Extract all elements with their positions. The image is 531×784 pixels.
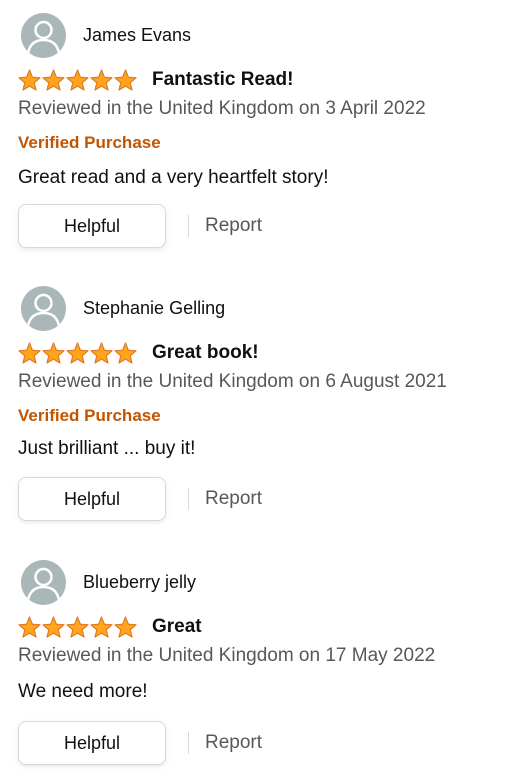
review-body: Just brilliant ... buy it!	[18, 438, 196, 459]
star-icon	[42, 69, 65, 91]
verified-purchase-badge: Verified Purchase	[18, 406, 161, 425]
star-rating[interactable]	[18, 342, 138, 364]
divider	[188, 732, 189, 754]
review-date: Reviewed in the United Kingdom on 6 Augu…	[18, 371, 447, 392]
reviewer-name: Stephanie Gelling	[83, 297, 226, 318]
divider	[188, 215, 189, 237]
star-icon	[42, 342, 65, 364]
report-link[interactable]: Report	[205, 732, 262, 754]
star-rating[interactable]	[18, 69, 138, 91]
star-icon	[66, 616, 89, 638]
review-date: Reviewed in the United Kingdom on 3 Apri…	[18, 98, 426, 119]
star-icon	[66, 69, 89, 91]
star-icon	[18, 342, 41, 364]
star-icon	[90, 616, 113, 638]
reviewer-profile[interactable]: Stephanie Gelling	[21, 285, 225, 331]
star-icon	[18, 616, 41, 638]
review-title[interactable]: Fantastic Read!	[152, 69, 293, 91]
helpful-button[interactable]: Helpful	[18, 204, 166, 248]
default-avatar-icon	[21, 285, 66, 331]
helpful-button[interactable]: Helpful	[18, 477, 166, 521]
review-body: We need more!	[18, 681, 148, 702]
star-icon	[114, 616, 137, 638]
helpful-button[interactable]: Helpful	[18, 721, 166, 765]
star-rating[interactable]	[18, 616, 138, 638]
star-icon	[90, 342, 113, 364]
reviewer-name: Blueberry jelly	[83, 571, 197, 592]
report-link[interactable]: Report	[205, 215, 262, 237]
review-body: Great read and a very heartfelt story!	[18, 167, 329, 188]
divider	[188, 488, 189, 510]
review-title[interactable]: Great	[152, 616, 202, 638]
star-icon	[42, 616, 65, 638]
default-avatar-icon	[21, 12, 66, 58]
star-icon	[114, 69, 137, 91]
verified-purchase-badge: Verified Purchase	[18, 133, 161, 152]
review-date: Reviewed in the United Kingdom on 17 May…	[18, 645, 436, 666]
default-avatar-icon	[21, 559, 66, 605]
star-icon	[18, 69, 41, 91]
star-icon	[90, 69, 113, 91]
reviewer-profile[interactable]: Blueberry jelly	[21, 559, 196, 605]
report-link[interactable]: Report	[205, 488, 262, 510]
star-icon	[66, 342, 89, 364]
star-icon	[114, 342, 137, 364]
review-title[interactable]: Great book!	[152, 342, 259, 364]
reviewer-profile[interactable]: James Evans	[21, 12, 191, 58]
reviewer-name: James Evans	[83, 24, 192, 45]
